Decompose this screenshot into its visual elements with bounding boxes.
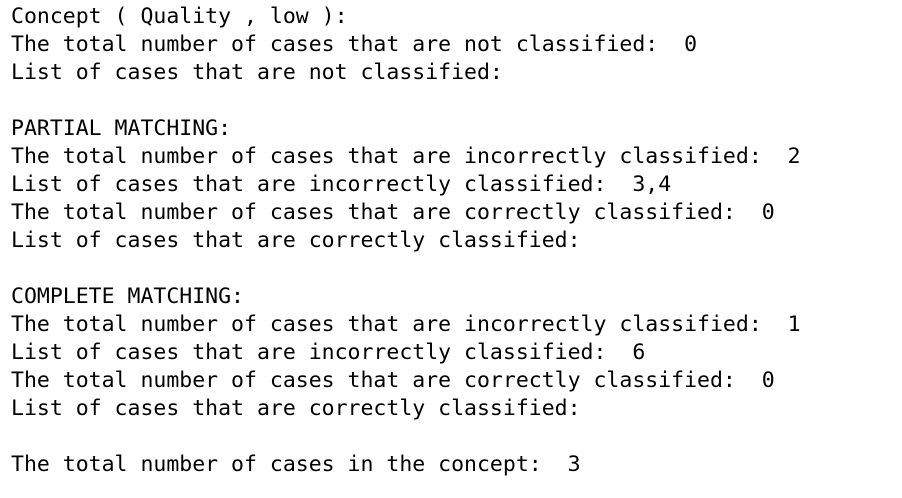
partial-correct-list: List of cases that are correctly classif… bbox=[11, 228, 581, 253]
not-classified-total: The total number of cases that are not c… bbox=[11, 32, 698, 57]
concept-total: The total number of cases in the concept… bbox=[11, 452, 581, 477]
partial-correct-total: The total number of cases that are corre… bbox=[11, 200, 775, 225]
not-classified-list: List of cases that are not classified: bbox=[11, 60, 503, 85]
partial-matching-heading: PARTIAL MATCHING: bbox=[11, 116, 232, 141]
partial-incorrect-total: The total number of cases that are incor… bbox=[11, 144, 801, 169]
terminal-output: Concept ( Quality , low ): The total num… bbox=[0, 0, 902, 498]
complete-correct-list: List of cases that are correctly classif… bbox=[11, 396, 581, 421]
complete-correct-total: The total number of cases that are corre… bbox=[11, 368, 775, 393]
concept-header: Concept ( Quality , low ): bbox=[11, 4, 348, 29]
complete-matching-heading: COMPLETE MATCHING: bbox=[11, 284, 244, 309]
partial-incorrect-list: List of cases that are incorrectly class… bbox=[11, 172, 672, 197]
complete-incorrect-total: The total number of cases that are incor… bbox=[11, 312, 801, 337]
complete-incorrect-list: List of cases that are incorrectly class… bbox=[11, 340, 646, 365]
